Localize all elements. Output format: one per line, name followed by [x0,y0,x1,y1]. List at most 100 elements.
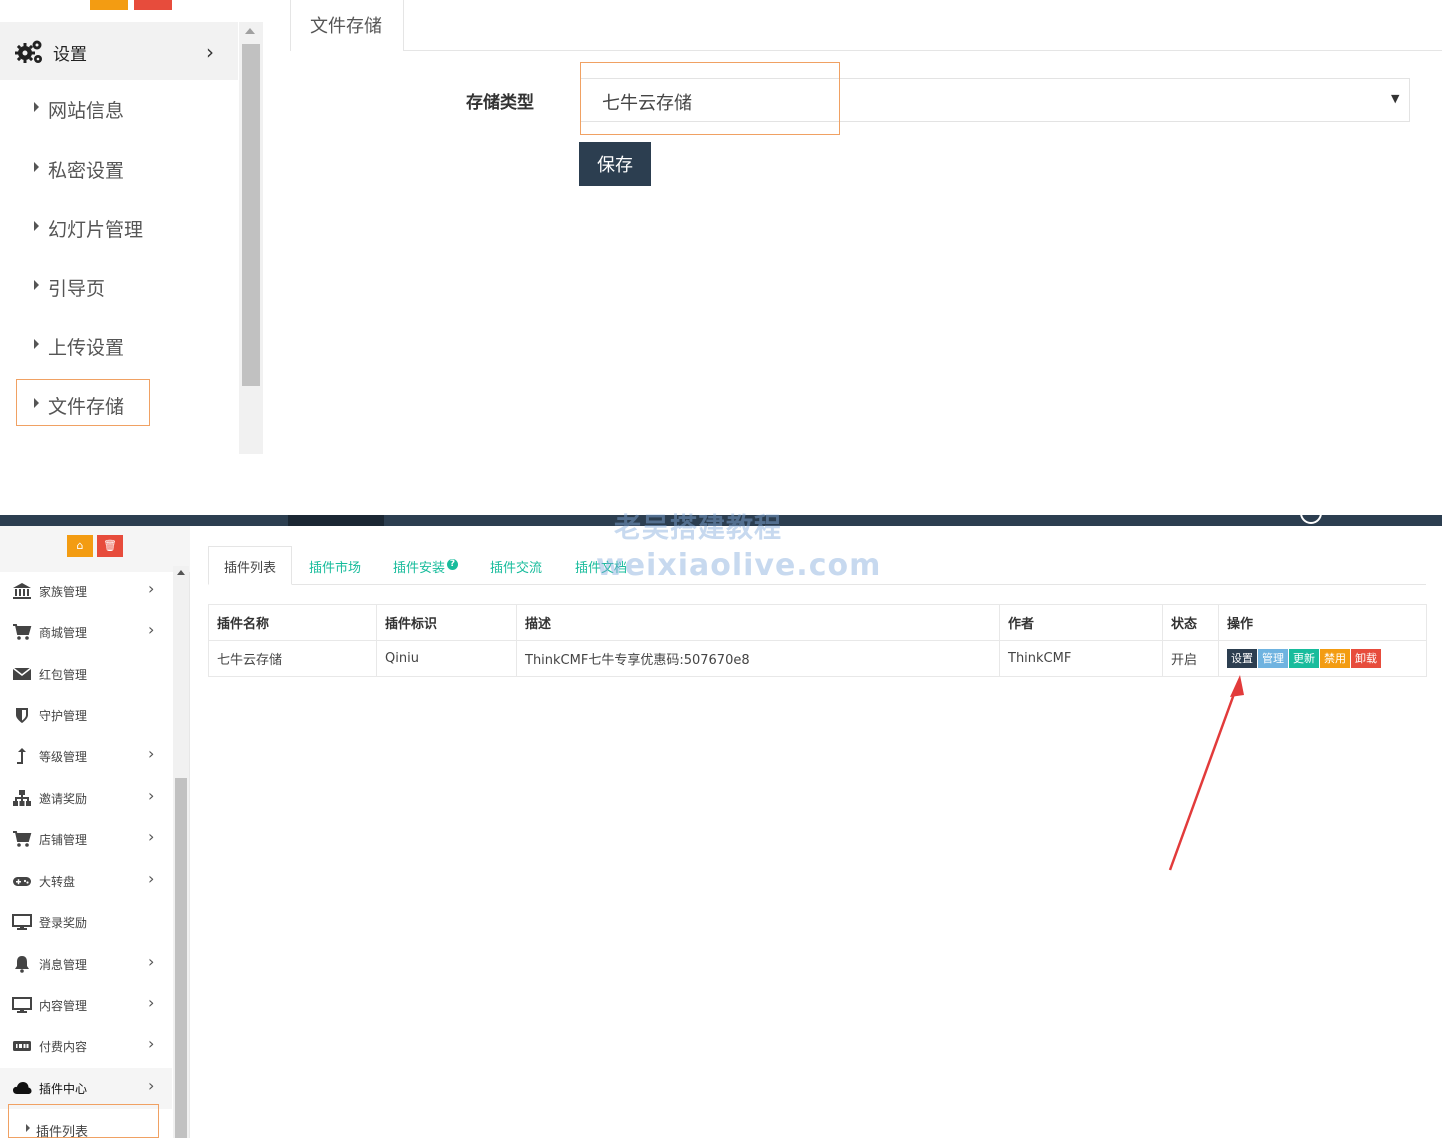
chevron-right-icon: › [148,869,155,888]
caret-right-icon [34,162,39,172]
sidebar-item-label: 等级管理 [39,750,88,764]
chevron-right-icon: › [148,952,155,971]
sidebar-subitem-upload[interactable]: 上传设置 [0,325,238,369]
sidebar-item-family[interactable]: 家族管理 › [0,571,172,612]
sidebar-item-guard[interactable]: 守护管理 [0,695,172,736]
level-up-icon [17,748,26,764]
tab-plugin-list-label: 插件列表 [224,561,277,576]
plugin-author-cell: ThinkCMF [999,640,1163,677]
sidebar-item-label: 店铺管理 [39,833,88,847]
column-header-author: 作者 [999,604,1163,641]
highlight-box [16,379,150,426]
plugin-uninstall-button[interactable]: 卸载 [1351,649,1381,668]
highlight-box [580,62,840,135]
top-navbar-active-segment[interactable] [288,515,384,526]
tab-bar-divider [290,50,1442,51]
sidebar-item-label: 商城管理 [39,626,88,640]
home-icon[interactable]: ⌂ [67,535,93,557]
sidebar-item-message[interactable]: 消息管理 › [0,944,172,985]
home-button[interactable] [90,0,128,10]
chevron-right-icon: › [148,993,155,1012]
sidebar-item-level[interactable]: 等级管理 › [0,736,172,777]
sidebar-item-label: 守护管理 [39,709,88,723]
caret-right-icon [34,221,39,231]
gamepad-icon [13,877,31,886]
sidebar-subitem-site-info[interactable]: 网站信息 [0,88,238,132]
envelope-icon [12,667,32,680]
shield-icon [16,708,28,723]
plugin-manage-button[interactable]: 管理 [1258,649,1288,668]
sidebar-item-login-reward[interactable]: 登录奖励 [0,902,172,943]
sidebar-item-mall[interactable]: 商城管理 › [0,612,172,653]
sidebar-item-settings-label: 设置 [53,45,87,65]
plugin-disable-button[interactable]: 禁用 [1320,649,1350,668]
save-button[interactable]: 保存 [579,142,651,186]
watermark-url: weixiaolive.com [596,548,882,583]
user-circle-icon[interactable] [1300,502,1322,524]
sidebar-item-invite[interactable]: 邀请奖励 › [0,778,172,819]
sidebar-item-content[interactable]: 内容管理 › [0,985,172,1026]
trash-icon[interactable]: 🗑 [97,535,123,557]
column-header-actions: 操作 [1218,604,1427,641]
plugin-update-button[interactable]: 更新 [1289,649,1319,668]
sidebar-item-label: 邀请奖励 [39,792,88,806]
dropdown-arrow-icon: ▼ [1391,92,1400,105]
caret-right-icon [34,280,39,290]
plugin-desc-cell: ThinkCMF七牛专享优惠码:507670e8 [516,640,1000,677]
table-header-row: 插件名称 插件标识 描述 作者 状态 操作 [208,604,1427,641]
bell-icon [15,956,29,973]
sidebar-item-label: 红包管理 [39,668,88,682]
sidebar-subitem-label: 上传设置 [48,337,125,359]
sidebar-item-paid-content[interactable]: 付费内容 › [0,1026,172,1067]
chevron-right-icon: › [206,40,214,64]
sidebar-item-label: 内容管理 [39,999,88,1013]
caret-right-icon [34,339,39,349]
sidebar-subitem-label: 网站信息 [48,100,125,122]
column-header-id: 插件标识 [376,604,517,641]
scroll-up-icon[interactable] [245,28,255,34]
sidebar-subitem-label: 插件列表 [36,1125,89,1140]
sidebar-subitem-label: 引导页 [48,278,106,300]
cart-icon [13,624,32,640]
chevron-right-icon: › [148,1076,155,1095]
scrollbar-thumb[interactable] [242,44,260,386]
question-circle-icon[interactable]: ? [447,559,458,570]
imdb-icon [13,1041,31,1051]
cart-icon [13,831,32,847]
chevron-right-icon: › [148,1034,155,1053]
sidebar-item-label: 消息管理 [39,958,88,972]
sidebar-subitem-privacy[interactable]: 私密设置 [0,148,238,192]
tab-plugin-exchange[interactable]: 插件交流 [490,557,542,576]
sidebar-item-label: 插件中心 [39,1082,88,1096]
scroll-up-icon[interactable] [177,570,185,575]
clear-cache-button[interactable] [134,0,172,10]
caret-right-icon [26,1124,30,1132]
sidebar-subitem-guide[interactable]: 引导页 [0,266,238,310]
bank-icon [13,583,31,599]
gears-icon [15,40,42,63]
sidebar-item-label: 登录奖励 [39,916,88,930]
sidebar-item-shop[interactable]: 店铺管理 › [0,819,172,860]
monitor-icon [12,997,32,1013]
tab-file-storage-label: 文件存储 [310,16,382,37]
plugin-id-cell: Qiniu [376,640,517,677]
sitemap-icon [13,790,31,806]
watermark-text: 老吴搭建教程 [614,513,782,544]
sidebar-item-wheel[interactable]: 大转盘 › [0,861,172,902]
red-arrow-annotation [1168,675,1244,871]
chevron-right-icon: › [148,579,155,598]
chevron-right-icon: › [148,744,155,763]
monitor-icon [12,914,32,930]
sidebar-subitem-label: 幻灯片管理 [48,219,144,241]
tab-plugin-market[interactable]: 插件市场 [309,557,361,576]
cloud-icon [13,1082,32,1094]
plugin-name-cell: 七牛云存储 [208,640,377,677]
tab-plugin-install[interactable]: 插件安装 [393,557,445,576]
scrollbar-thumb[interactable] [175,778,187,1138]
sidebar-item-plugin-center[interactable]: 插件中心 › [0,1068,172,1109]
sidebar-item-redpacket[interactable]: 红包管理 [0,654,172,695]
chevron-right-icon: › [148,620,155,639]
sidebar-subitem-slides[interactable]: 幻灯片管理 [0,207,238,251]
sidebar-subitem-label: 私密设置 [48,160,125,182]
sidebar-item-label: 家族管理 [39,585,88,599]
